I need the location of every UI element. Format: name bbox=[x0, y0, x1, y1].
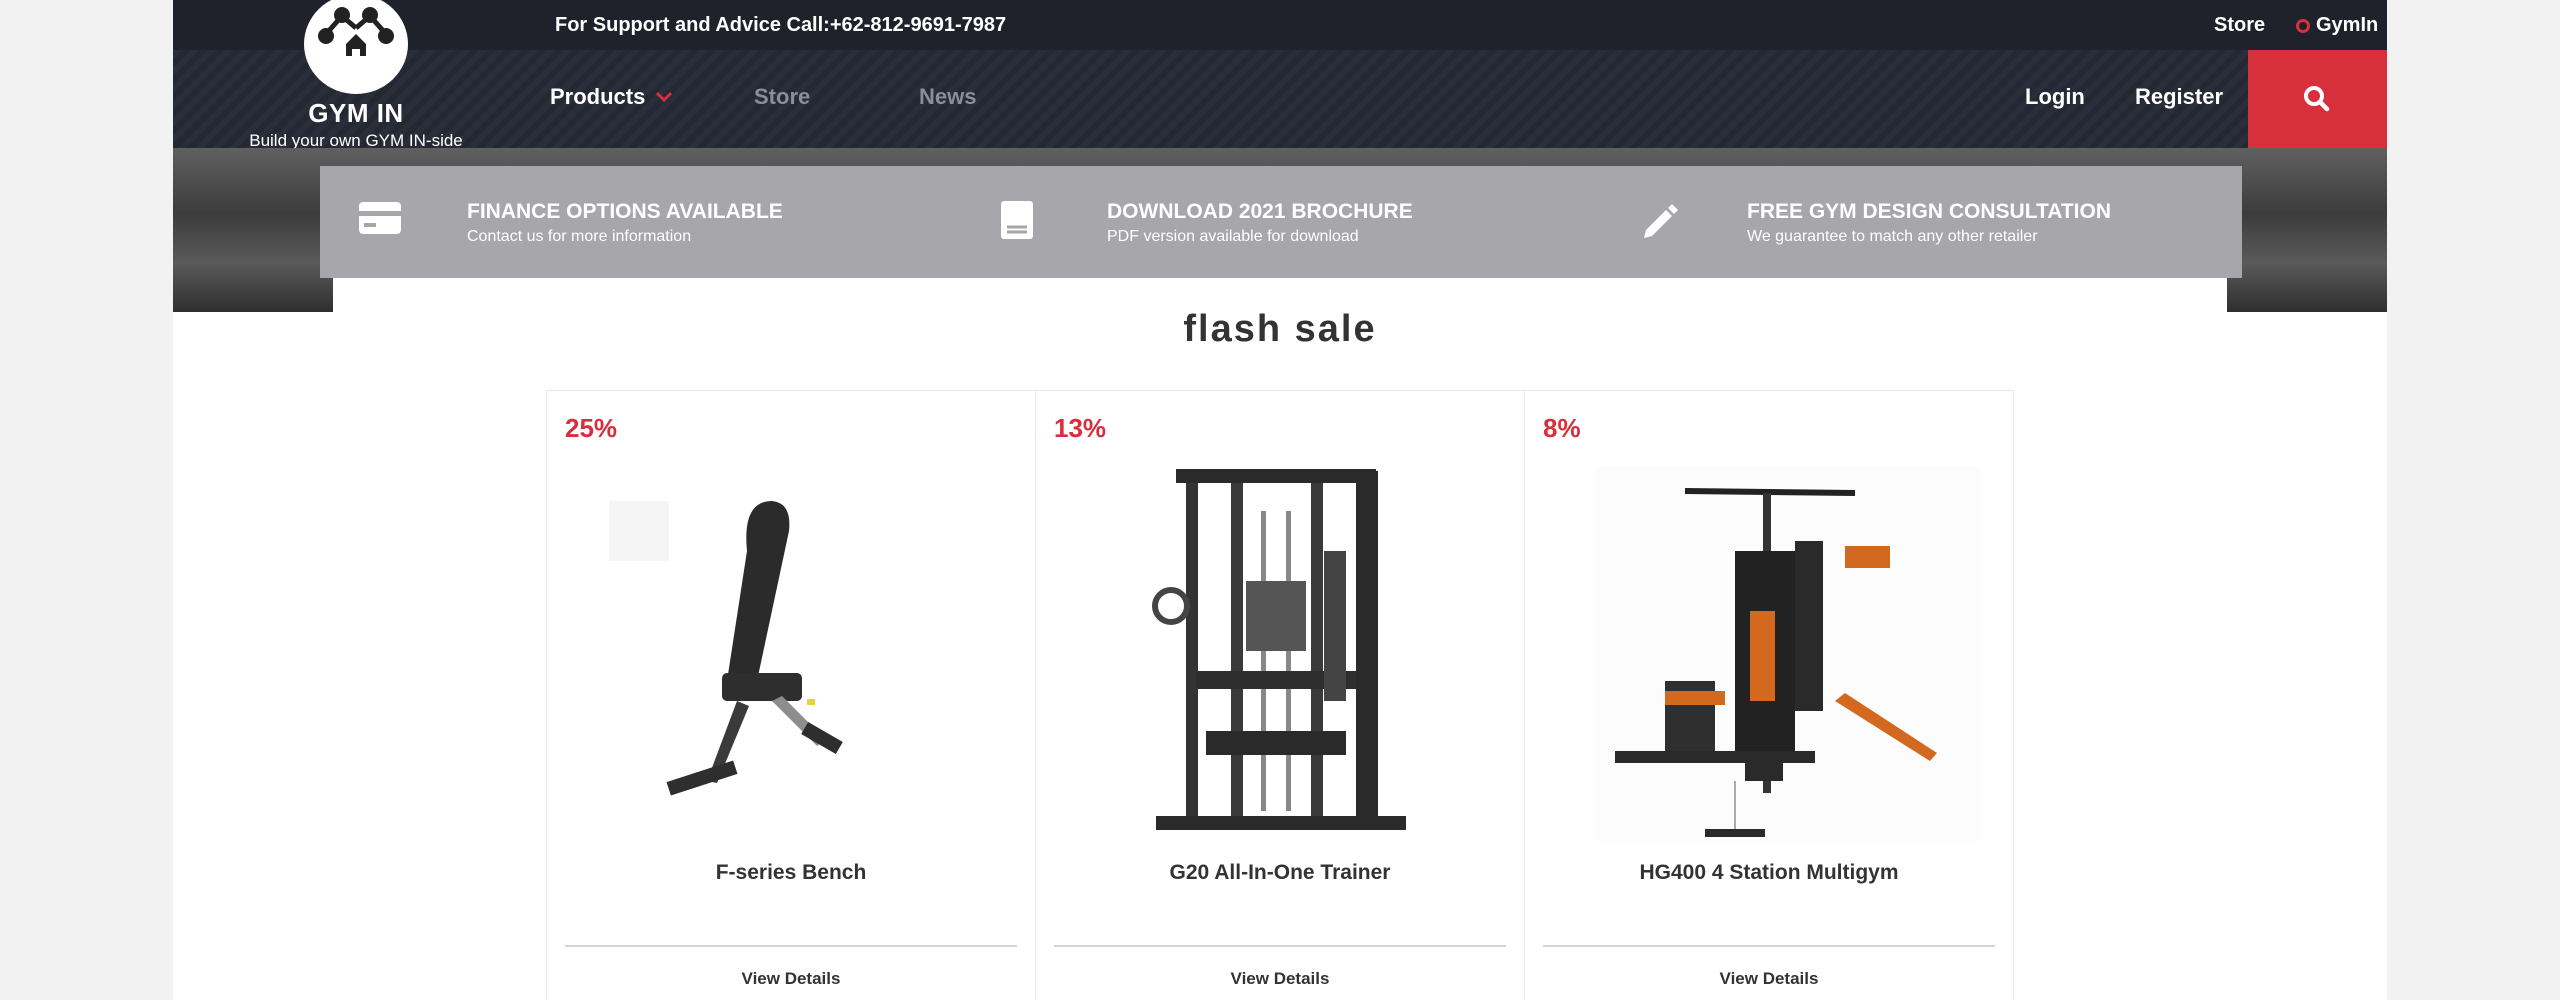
page: For Support and Advice Call:+62-812-9691… bbox=[173, 0, 2387, 1000]
book-icon bbox=[1001, 201, 1033, 239]
pencil-icon bbox=[1644, 204, 1678, 238]
chevron-down-icon bbox=[656, 91, 673, 103]
info-subtitle: Contact us for more information bbox=[467, 228, 692, 245]
nav-products[interactable]: Products bbox=[550, 84, 673, 110]
nav-news[interactable]: News bbox=[919, 84, 976, 110]
card-divider bbox=[1054, 945, 1506, 947]
info-title: FREE GYM DESIGN CONSULTATION bbox=[1747, 200, 2112, 223]
product-card[interactable]: 8% HG400 4 Station Multigym View Details bbox=[1524, 390, 2014, 1000]
search-icon bbox=[2304, 86, 2330, 112]
register-link[interactable]: Register bbox=[2135, 84, 2223, 110]
nav-store[interactable]: Store bbox=[754, 84, 810, 110]
product-name[interactable]: F-series Bench bbox=[547, 861, 1035, 885]
view-details-link[interactable]: View Details bbox=[547, 969, 1035, 989]
trainer-image bbox=[1152, 469, 1406, 830]
view-details-link[interactable]: View Details bbox=[1525, 969, 2013, 989]
info-item-consultation[interactable]: FREE GYM DESIGN CONSULTATION We guarante… bbox=[1600, 166, 2242, 278]
info-item-finance[interactable]: FINANCE OPTIONS AVAILABLE Contact us for… bbox=[320, 166, 960, 278]
product-card[interactable]: 13% G20 All-In-One Trainer View Details bbox=[1035, 390, 1525, 1000]
view-details-link[interactable]: View Details bbox=[1036, 969, 1524, 989]
info-subtitle: We guarantee to match any other retailer bbox=[1747, 228, 2038, 245]
card-divider bbox=[1543, 945, 1995, 947]
info-item-brochure[interactable]: DOWNLOAD 2021 BROCHURE PDF version avail… bbox=[960, 166, 1600, 278]
logo-mark-icon bbox=[304, 0, 408, 94]
info-title: DOWNLOAD 2021 BROCHURE bbox=[1107, 200, 1413, 223]
info-subtitle: PDF version available for download bbox=[1107, 228, 1359, 245]
product-name[interactable]: G20 All-In-One Trainer bbox=[1036, 861, 1524, 885]
bench-image bbox=[609, 501, 843, 796]
top-gymin-label: GymIn bbox=[2316, 14, 2379, 36]
support-phone-text: For Support and Advice Call:+62-812-9691… bbox=[555, 14, 1007, 36]
login-link[interactable]: Login bbox=[2025, 84, 2085, 110]
search-button[interactable] bbox=[2248, 50, 2387, 148]
site-logo[interactable]: GYM IN Build your own GYM IN-side bbox=[241, 0, 471, 154]
top-bar: For Support and Advice Call:+62-812-9691… bbox=[173, 0, 2387, 50]
flash-sale-title: flash sale bbox=[1183, 308, 1377, 350]
product-card[interactable]: 25% F-series Bench View Details bbox=[546, 390, 1036, 1000]
nav-products-label: Products bbox=[550, 84, 646, 109]
product-name[interactable]: HG400 4 Station Multigym bbox=[1525, 861, 2013, 885]
site-header: For Support and Advice Call:+62-812-9691… bbox=[173, 0, 2387, 150]
top-store-link[interactable]: Store bbox=[2214, 14, 2265, 37]
info-bar: FINANCE OPTIONS AVAILABLE Contact us for… bbox=[320, 166, 2242, 278]
logo-name: GYM IN bbox=[308, 98, 404, 128]
gymin-icon bbox=[2296, 18, 2310, 33]
info-title: FINANCE OPTIONS AVAILABLE bbox=[467, 200, 783, 223]
multigym-image bbox=[1595, 466, 1980, 841]
card-divider bbox=[565, 945, 1017, 947]
credit-card-icon bbox=[359, 202, 401, 234]
top-gymin-link[interactable]: GymIn bbox=[2296, 14, 2378, 37]
